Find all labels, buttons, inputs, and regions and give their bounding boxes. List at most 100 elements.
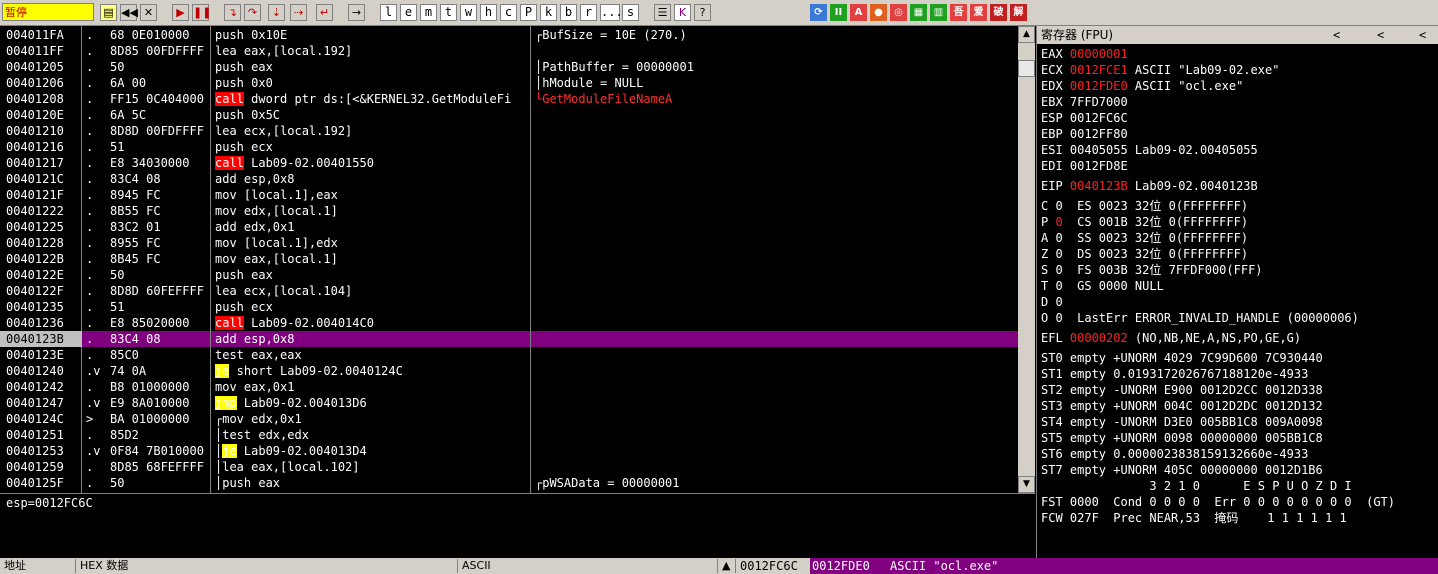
instruction-comment[interactable] xyxy=(531,219,1018,235)
plugin-ii-icon[interactable]: II xyxy=(830,4,847,21)
register-line[interactable]: EDX 0012FDE0 ASCII "ocl.exe" xyxy=(1041,78,1243,94)
register-line[interactable]: EBP 0012FF80 xyxy=(1041,126,1128,142)
window-callstack-button[interactable]: k xyxy=(540,4,557,21)
register-line[interactable]: ESI 00405055 Lab09-02.00405055 xyxy=(1041,142,1258,158)
register-line[interactable]: O 0 LastErr ERROR_INVALID_HANDLE (000000… xyxy=(1041,310,1359,326)
instruction-comment[interactable] xyxy=(531,171,1018,187)
instruction-address[interactable]: 0040123B xyxy=(0,331,87,347)
window-cpu-button[interactable]: c xyxy=(500,4,517,21)
scroll-up-icon[interactable]: ▲ xyxy=(1018,26,1035,43)
instruction-text[interactable]: add edx,0x1 xyxy=(211,219,530,235)
register-line[interactable]: EAX 00000001 xyxy=(1041,46,1128,62)
instruction-bytes[interactable]: . 50 xyxy=(82,267,210,283)
instruction-bytes[interactable]: .v E9 8A010000 xyxy=(82,395,210,411)
window-handles-button[interactable]: h xyxy=(480,4,497,21)
register-line[interactable]: ST0 empty +UNORM 4029 7C99D600 7C930440 xyxy=(1041,350,1323,366)
instruction-comment[interactable] xyxy=(531,43,1018,59)
instruction-text[interactable]: lea ecx,[local.104] xyxy=(211,283,530,299)
instruction-text[interactable]: mov [local.1],eax xyxy=(211,187,530,203)
instruction-text[interactable]: push 0x10E xyxy=(211,27,530,43)
instruction-comment[interactable]: ┌BufSize = 10E (270.) xyxy=(531,27,1018,43)
instruction-bytes[interactable]: . 50 xyxy=(82,59,210,75)
instruction-address[interactable]: 00401235 xyxy=(0,299,87,315)
instruction-bytes[interactable]: . 85C0 xyxy=(82,347,210,363)
instruction-address[interactable]: 0040121C xyxy=(0,171,87,187)
instruction-comment[interactable]: └GetModuleFileNameA xyxy=(531,91,1018,107)
plugin-zh-icon[interactable]: 吾 xyxy=(950,4,967,21)
instruction-comment[interactable] xyxy=(531,267,1018,283)
register-line[interactable]: FST 0000 Cond 0 0 0 0 Err 0 0 0 0 0 0 0 … xyxy=(1041,494,1395,510)
window-modules-button[interactable]: e xyxy=(400,4,417,21)
register-line[interactable]: ST2 empty -UNORM E900 0012D2CC 0012D338 xyxy=(1041,382,1323,398)
instruction-comment[interactable] xyxy=(531,107,1018,123)
refresh-icon[interactable]: ⟳ xyxy=(810,4,827,21)
register-line[interactable]: D 0 xyxy=(1041,294,1063,310)
instruction-bytes[interactable]: . E8 34030000 xyxy=(82,155,210,171)
instruction-bytes[interactable]: . 51 xyxy=(82,139,210,155)
instruction-text[interactable]: │test edx,edx xyxy=(211,427,530,443)
stack-selected-row[interactable]: 0012FC6C 0012FDE0 ASCII "ocl.exe" xyxy=(736,558,1438,574)
instruction-bytes[interactable]: . 8945 FC xyxy=(82,187,210,203)
instruction-bytes[interactable]: .v 0F84 7B010000 xyxy=(82,443,210,459)
instruction-bytes[interactable]: . 8955 FC xyxy=(82,235,210,251)
register-line[interactable]: ST6 empty 0.0000023838159132660e-4933 xyxy=(1041,446,1308,462)
instruction-address[interactable]: 00401253 xyxy=(0,443,87,459)
instruction-address[interactable]: 0040123E xyxy=(0,347,87,363)
instruction-bytes[interactable]: . 8B45 FC xyxy=(82,251,210,267)
plugin-crack-icon[interactable]: 破 xyxy=(990,4,1007,21)
plugin-love-icon[interactable]: 爱 xyxy=(970,4,987,21)
goto-icon[interactable]: → xyxy=(348,4,365,21)
register-line[interactable]: ST7 empty +UNORM 405C 00000000 0012D1B6 xyxy=(1041,462,1323,478)
register-line[interactable]: P 0 CS 001B 32位 0(FFFFFFFF) xyxy=(1041,214,1248,230)
instruction-text[interactable]: test eax,eax xyxy=(211,347,530,363)
window-runtrace-button[interactable]: ... xyxy=(600,4,623,21)
instruction-text[interactable]: lea eax,[local.192] xyxy=(211,43,530,59)
plugin-dot-icon[interactable]: ● xyxy=(870,4,887,21)
instruction-address[interactable]: 00401251 xyxy=(0,427,87,443)
instruction-address[interactable]: 00401247 xyxy=(0,395,87,411)
instruction-comment[interactable]: ┌pWSAData = 00000001 xyxy=(531,475,1018,491)
instruction-text[interactable]: mov eax,0x1 xyxy=(211,379,530,395)
instruction-comment[interactable] xyxy=(531,139,1018,155)
instruction-text[interactable]: push 0x5C xyxy=(211,107,530,123)
window-breakpoints-button[interactable]: b xyxy=(560,4,577,21)
execute-till-return-icon[interactable]: ↵ xyxy=(316,4,333,21)
help-icon[interactable]: ? xyxy=(694,4,711,21)
window-references-button[interactable]: r xyxy=(580,4,597,21)
instruction-address[interactable]: 0040122B xyxy=(0,251,87,267)
register-line[interactable]: Z 0 DS 0023 32位 0(FFFFFFFF) xyxy=(1041,246,1248,262)
instruction-text[interactable]: lea ecx,[local.192] xyxy=(211,123,530,139)
rewind-icon[interactable]: ◀◀ xyxy=(120,4,138,21)
instruction-address[interactable]: 0040124C xyxy=(0,411,87,427)
instruction-text[interactable]: add esp,0x8 xyxy=(211,171,530,187)
instruction-bytes[interactable]: .v 74 0A xyxy=(82,363,210,379)
instruction-text[interactable]: │push eax xyxy=(211,475,530,491)
step-into-icon[interactable]: ↴ xyxy=(224,4,241,21)
register-line[interactable]: S 0 FS 003B 32位 7FFDF000(FFF) xyxy=(1041,262,1263,278)
instruction-address[interactable]: 004011FF xyxy=(0,43,87,59)
registers-pane[interactable]: 寄存器 (FPU) < < < EAX 00000001 ECX 0012FCE1… xyxy=(1036,26,1438,558)
instruction-bytes[interactable]: > BA 01000000 xyxy=(82,411,210,427)
instruction-text[interactable]: je short Lab09-02.0040124C xyxy=(211,363,530,379)
instruction-address[interactable]: 00401236 xyxy=(0,315,87,331)
window-patches-button[interactable]: P xyxy=(520,4,537,21)
instruction-text[interactable]: ┌mov edx,0x1 xyxy=(211,411,530,427)
plugin-decode-icon[interactable]: 解 xyxy=(1010,4,1027,21)
instruction-text[interactable]: call Lab09-02.004014C0 xyxy=(211,315,530,331)
pause-icon[interactable]: ❚❚ xyxy=(192,4,211,21)
instruction-comment[interactable] xyxy=(531,395,1018,411)
instruction-comment[interactable] xyxy=(531,123,1018,139)
window-source-button[interactable]: s xyxy=(622,4,639,21)
trace-over-icon[interactable]: ⇢ xyxy=(290,4,307,21)
instruction-address[interactable]: 00401205 xyxy=(0,59,87,75)
window-memory-button[interactable]: m xyxy=(420,4,437,21)
dump-scroll-icon[interactable]: ▲ xyxy=(718,559,736,573)
register-line[interactable]: ECX 0012FCE1 ASCII "Lab09-02.exe" xyxy=(1041,62,1279,78)
instruction-address[interactable]: 00401208 xyxy=(0,91,87,107)
instruction-bytes[interactable]: . 6A 5C xyxy=(82,107,210,123)
instruction-text[interactable]: push ecx xyxy=(211,139,530,155)
register-line[interactable]: ST4 empty -UNORM D3E0 005BB1C8 009A0098 xyxy=(1041,414,1323,430)
instruction-comment[interactable] xyxy=(531,299,1018,315)
instruction-bytes[interactable]: . 50 xyxy=(82,475,210,491)
instruction-address[interactable]: 00401240 xyxy=(0,363,87,379)
